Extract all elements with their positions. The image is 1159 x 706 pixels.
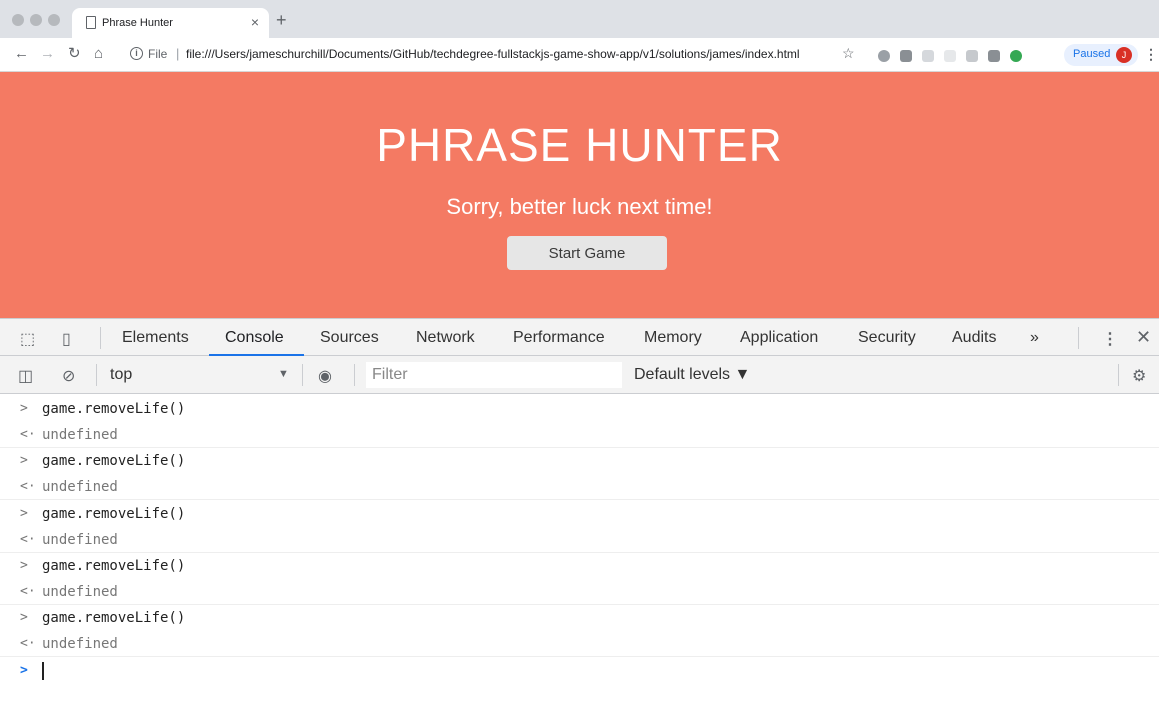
context-select[interactable]: top: [110, 366, 132, 384]
console-result: undefined: [42, 479, 118, 495]
reload-icon[interactable]: ↻: [68, 46, 81, 62]
console-input: game.removeLife(): [42, 610, 186, 626]
log-levels-select[interactable]: Default levels ▼: [634, 366, 750, 384]
extension-icon[interactable]: [988, 50, 1000, 62]
devtools-menu-icon[interactable]: ⋮: [1102, 329, 1118, 349]
divider: [1078, 327, 1079, 349]
result-arrow-icon: <·: [20, 532, 36, 547]
devtools-tabbar: ⬚ ▯ Elements Console Sources Network Per…: [0, 318, 1159, 356]
divider: [354, 364, 355, 386]
console-result: undefined: [42, 636, 118, 652]
console-result: undefined: [42, 427, 118, 443]
avatar: J: [1116, 47, 1132, 63]
tab-memory[interactable]: Memory: [644, 329, 702, 347]
close-devtools-icon[interactable]: ✕: [1136, 327, 1151, 348]
clear-console-icon[interactable]: ⊘: [62, 366, 75, 386]
console-input-line: > game.removeLife(): [0, 605, 1159, 631]
game-overlay: PHRASE HUNTER Sorry, better luck next ti…: [0, 72, 1159, 318]
sidebar-toggle-icon[interactable]: ◫: [18, 366, 33, 386]
minimize-window-button[interactable]: [30, 14, 42, 26]
input-prompt-icon: >: [20, 558, 28, 573]
result-arrow-icon: <·: [20, 584, 36, 599]
url-text[interactable]: file:///Users/jameschurchill/Documents/G…: [186, 47, 800, 61]
tab-security[interactable]: Security: [858, 329, 916, 347]
browser-toolbar: ← → ↻ ⌂ i File | file:///Users/jameschur…: [0, 38, 1159, 72]
console-input-line: > game.removeLife(): [0, 501, 1159, 527]
tab-audits[interactable]: Audits: [952, 329, 996, 347]
close-window-button[interactable]: [12, 14, 24, 26]
browser-menu-icon[interactable]: ⋮: [1144, 46, 1158, 63]
divider: [1118, 364, 1119, 386]
more-tabs-icon[interactable]: »: [1030, 329, 1039, 347]
new-tab-button[interactable]: +: [276, 10, 287, 31]
address-bar[interactable]: i File | file:///Users/jameschurchill/Do…: [120, 43, 865, 67]
extension-icon[interactable]: [900, 50, 912, 62]
extension-icon[interactable]: [944, 50, 956, 62]
maximize-window-button[interactable]: [48, 14, 60, 26]
paused-label: Paused: [1073, 48, 1111, 60]
file-label: File: [148, 47, 168, 61]
browser-tab[interactable]: Phrase Hunter ×: [72, 8, 269, 38]
divider: [100, 327, 101, 349]
tab-console[interactable]: Console: [225, 329, 284, 347]
tab-sources[interactable]: Sources: [320, 329, 379, 347]
console-result-line: <· undefined: [0, 527, 1159, 553]
tab-title: Phrase Hunter: [102, 17, 173, 29]
bookmark-star-icon[interactable]: ☆: [842, 45, 855, 62]
page-title: PHRASE HUNTER: [376, 119, 783, 171]
tab-performance[interactable]: Performance: [513, 329, 605, 347]
back-icon[interactable]: ←: [14, 46, 29, 62]
grammarly-icon[interactable]: [1010, 50, 1022, 62]
chevron-down-icon[interactable]: ▼: [278, 368, 289, 380]
console-result: undefined: [42, 584, 118, 600]
console-result: undefined: [42, 532, 118, 548]
console-input: game.removeLife(): [42, 453, 186, 469]
result-arrow-icon: <·: [20, 636, 36, 651]
divider: [96, 364, 97, 386]
text-cursor: [42, 662, 44, 680]
gear-icon[interactable]: ⚙: [1132, 366, 1146, 386]
console-result-line: <· undefined: [0, 474, 1159, 500]
input-prompt-icon: >: [20, 506, 28, 521]
url-separator: |: [176, 46, 180, 61]
result-arrow-icon: <·: [20, 427, 36, 442]
console-input: game.removeLife(): [42, 506, 186, 522]
console-input-line: > game.removeLife(): [0, 553, 1159, 579]
console-input: game.removeLife(): [42, 401, 186, 417]
console-input-line: > game.removeLife(): [0, 396, 1159, 422]
tab-network[interactable]: Network: [416, 329, 475, 347]
console-toolbar: ◫ ⊘ top ▼ ◉ Default levels ▼ ⚙: [0, 356, 1159, 394]
input-prompt-icon: >: [20, 401, 28, 416]
divider: [302, 364, 303, 386]
tab-application[interactable]: Application: [740, 329, 818, 347]
page-icon: [86, 16, 96, 29]
browser-tabstrip: Phrase Hunter × +: [0, 0, 1159, 38]
extension-icon[interactable]: [966, 50, 978, 62]
profile-paused-button[interactable]: Paused J: [1064, 44, 1138, 66]
console-input: game.removeLife(): [42, 558, 186, 574]
console-result-line: <· undefined: [0, 631, 1159, 657]
game-over-message: Sorry, better luck next time!: [446, 194, 713, 219]
tab-elements[interactable]: Elements: [122, 329, 189, 347]
console-prompt[interactable]: >: [0, 658, 1159, 684]
start-game-button[interactable]: Start Game: [507, 236, 667, 270]
device-toolbar-icon[interactable]: ▯: [62, 329, 71, 349]
info-icon[interactable]: i: [130, 47, 143, 60]
console-input-line: > game.removeLife(): [0, 448, 1159, 474]
forward-icon[interactable]: →: [40, 46, 55, 62]
extension-icon[interactable]: [878, 50, 890, 62]
console-output[interactable]: > game.removeLife() <· undefined > game.…: [0, 394, 1159, 706]
live-expression-eye-icon[interactable]: ◉: [318, 366, 332, 386]
extension-icon[interactable]: [922, 50, 934, 62]
inspect-element-icon[interactable]: ⬚: [20, 329, 35, 349]
home-icon[interactable]: ⌂: [94, 46, 103, 62]
console-result-line: <· undefined: [0, 579, 1159, 605]
console-result-line: <· undefined: [0, 422, 1159, 448]
active-prompt-icon: >: [20, 663, 28, 678]
filter-input[interactable]: [366, 362, 622, 388]
result-arrow-icon: <·: [20, 479, 36, 494]
tab-close-icon[interactable]: ×: [251, 14, 259, 30]
input-prompt-icon: >: [20, 610, 28, 625]
input-prompt-icon: >: [20, 453, 28, 468]
